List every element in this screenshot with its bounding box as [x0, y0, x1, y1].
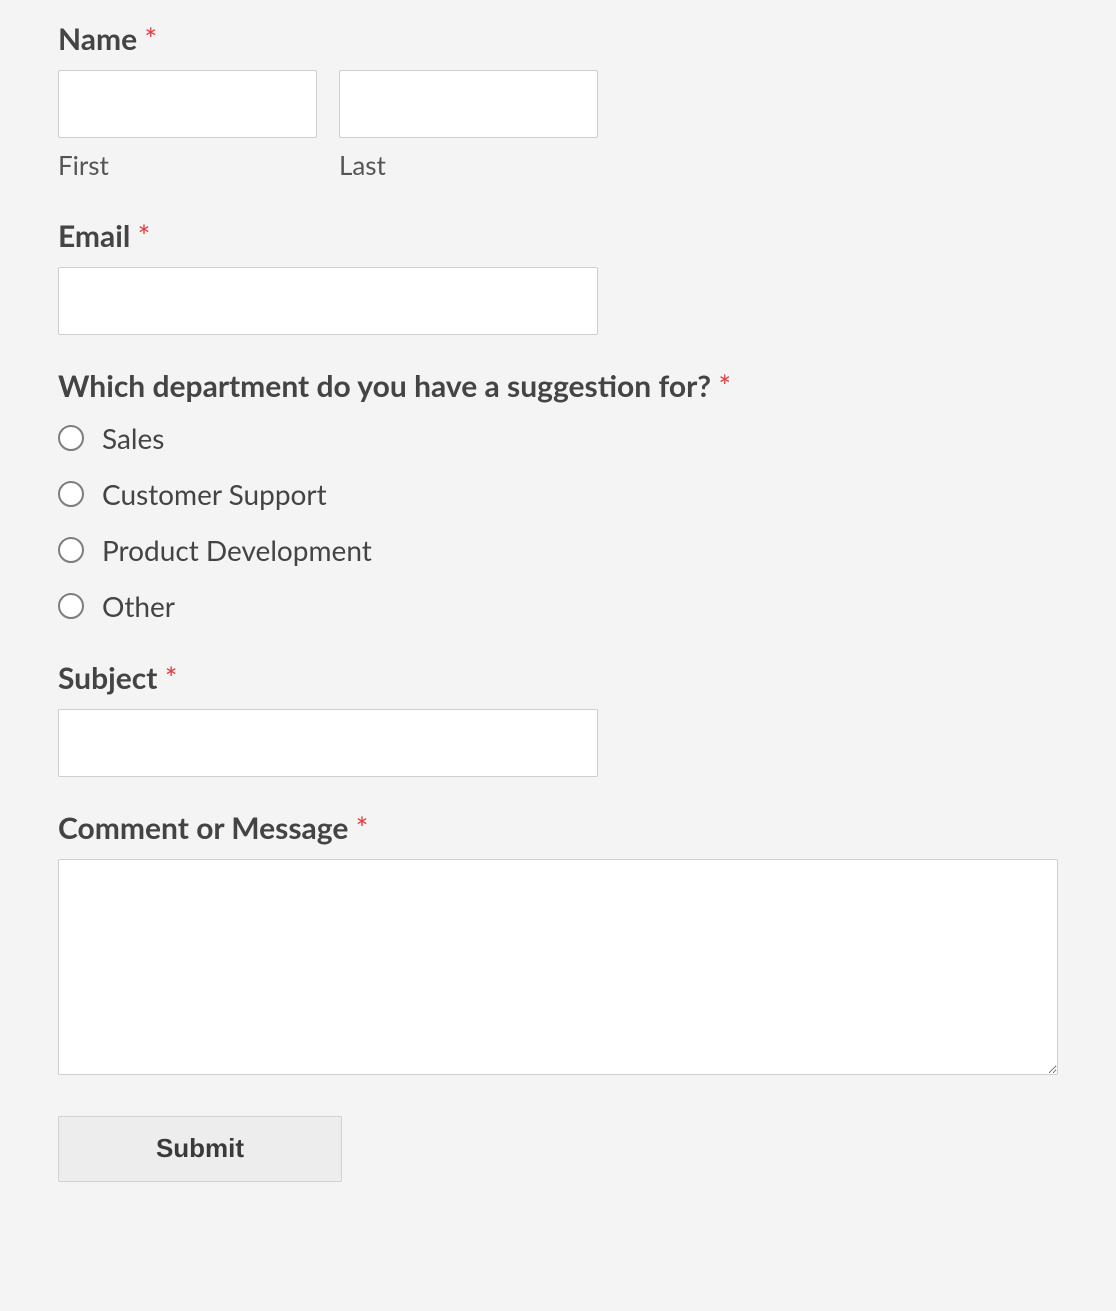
- department-radio-customer-support[interactable]: [58, 481, 84, 507]
- email-label: Email *: [58, 215, 1058, 257]
- name-label-text: Name: [58, 21, 137, 57]
- subject-label-text: Subject: [58, 660, 157, 696]
- department-option-label[interactable]: Sales: [102, 417, 164, 459]
- department-label-text: Which department do you have a suggestio…: [58, 368, 711, 404]
- message-required-asterisk: *: [356, 810, 369, 846]
- department-option-other: Other: [58, 585, 1058, 627]
- email-label-text: Email: [58, 218, 130, 254]
- department-option-label[interactable]: Customer Support: [102, 473, 327, 515]
- department-label: Which department do you have a suggestio…: [58, 365, 1058, 407]
- name-label: Name *: [58, 18, 1058, 60]
- last-name-sublabel: Last: [339, 146, 598, 185]
- first-name-sublabel: First: [58, 146, 317, 185]
- message-label: Comment or Message *: [58, 807, 1058, 849]
- name-required-asterisk: *: [144, 21, 157, 57]
- submit-button[interactable]: Submit: [58, 1116, 342, 1182]
- department-radio-other[interactable]: [58, 593, 84, 619]
- subject-input[interactable]: [58, 709, 598, 777]
- subject-required-asterisk: *: [165, 660, 178, 696]
- email-group: Email *: [58, 215, 1058, 335]
- department-option-customer-support: Customer Support: [58, 473, 1058, 515]
- department-option-product-development: Product Development: [58, 529, 1058, 571]
- message-textarea[interactable]: [58, 859, 1058, 1075]
- message-group: Comment or Message *: [58, 807, 1058, 1086]
- name-group: Name * First Last: [58, 18, 1058, 185]
- first-name-input[interactable]: [58, 70, 317, 138]
- department-radio-sales[interactable]: [58, 425, 84, 451]
- department-option-label[interactable]: Product Development: [102, 529, 372, 571]
- last-name-input[interactable]: [339, 70, 598, 138]
- message-label-text: Comment or Message: [58, 810, 348, 846]
- subject-group: Subject *: [58, 657, 1058, 777]
- department-options: Sales Customer Support Product Developme…: [58, 417, 1058, 627]
- department-option-label[interactable]: Other: [102, 585, 175, 627]
- email-required-asterisk: *: [138, 218, 151, 254]
- department-option-sales: Sales: [58, 417, 1058, 459]
- department-group: Which department do you have a suggestio…: [58, 365, 1058, 627]
- submit-group: Submit: [58, 1116, 1058, 1182]
- department-required-asterisk: *: [718, 368, 731, 404]
- subject-label: Subject *: [58, 657, 1058, 699]
- suggestion-form: Name * First Last Email * Which departme…: [0, 0, 1116, 1242]
- email-input[interactable]: [58, 267, 598, 335]
- department-radio-product-development[interactable]: [58, 537, 84, 563]
